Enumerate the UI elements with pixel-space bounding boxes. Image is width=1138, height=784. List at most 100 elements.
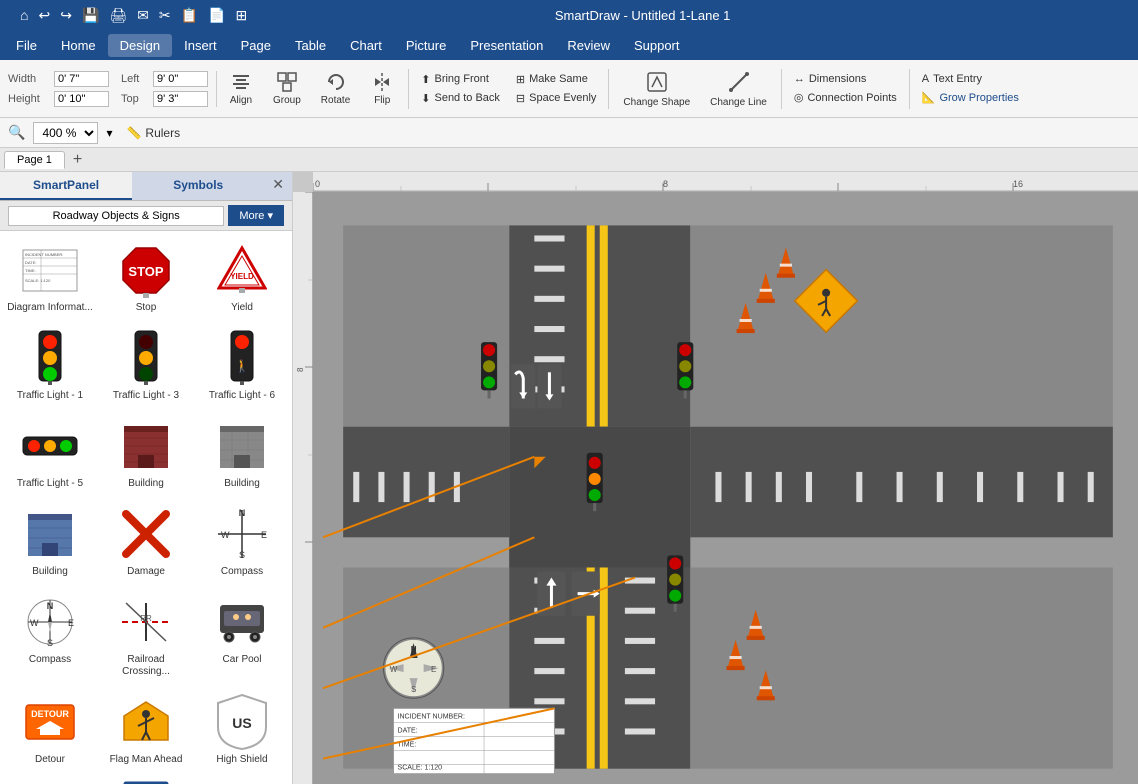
page-tab-1[interactable]: Page 1 [4,151,65,169]
symbol-parking[interactable]: P Parking [100,775,192,784]
category-label[interactable]: Roadway Objects & Signs [8,206,224,226]
send-back-icon: ⬇ [421,92,430,105]
zoom-select[interactable]: 400 % [33,122,98,144]
flip-button[interactable]: Flip [362,65,402,113]
print-icon[interactable]: 🖨 [107,5,129,26]
width-input[interactable] [54,71,109,87]
zoom-dropdown-icon[interactable]: ▾ [106,126,112,140]
symbol-building3[interactable]: Building [4,499,96,583]
symbol-compass2[interactable]: N S W E Compass [4,587,96,683]
symbol-traffic-light-5-label: Traffic Light - 5 [17,478,83,490]
symbol-building-red[interactable]: Building [100,411,192,495]
menu-table[interactable]: Table [283,34,338,57]
email-icon[interactable]: ✉ [135,5,151,26]
symbol-flag-man-img [116,692,176,752]
symbol-yield[interactable]: YIELD Yield [196,235,288,319]
symbol-compass1-label: Compass [221,566,263,578]
symbol-traffic-light-6[interactable]: 🚶 Traffic Light - 6 [196,323,288,407]
symbol-compass2-img: N S W E [20,592,80,652]
bring-front-button[interactable]: ⬆ Bring Front [415,71,506,88]
symbol-yield-label: Yield [231,302,253,314]
change-line-button[interactable]: Change Line [702,65,775,113]
symbol-railroad-crossing-img: RR [116,592,176,652]
cut-icon[interactable]: ✂ [157,5,173,26]
svg-text:W: W [390,665,398,674]
symbol-traffic-light-1[interactable]: Traffic Light - 1 [4,323,96,407]
height-input[interactable] [54,91,109,107]
symbol-railroad-crossing-label: Railroad Crossing... [103,654,189,678]
save-icon[interactable]: 💾 [80,5,101,26]
grow-properties-button[interactable]: 📐 Grow Properties [916,89,1025,106]
menu-page[interactable]: Page [229,34,283,57]
svg-text:RR: RR [140,614,152,623]
group-label: Group [273,95,301,107]
text-entry-icon: A [922,73,929,85]
smartpanel-tab[interactable]: SmartPanel [0,172,132,200]
change-shape-label: Change Shape [623,97,690,109]
grow-props-icon: 📐 [922,91,936,104]
symbol-compass1[interactable]: N S W E Compass [196,499,288,583]
expand-icon[interactable]: ⊞ [234,5,250,26]
symbol-damage[interactable]: Damage [100,499,192,583]
redo-icon[interactable]: ↪ [58,5,74,26]
dimensions-label: Dimensions [809,73,866,85]
align-button[interactable]: Align [221,65,261,113]
change-shape-button[interactable]: Change Shape [615,65,698,113]
symbol-high-shield[interactable]: US High Shield [196,687,288,771]
menu-chart[interactable]: Chart [338,34,394,57]
space-evenly-button[interactable]: ⊟ Space Evenly [510,90,602,107]
svg-text:US: US [232,715,251,731]
svg-text:DATE:: DATE: [25,260,36,265]
menu-file[interactable]: File [4,34,49,57]
symbol-detour-label: Detour [35,754,65,766]
panel-close-button[interactable]: ✕ [264,172,292,200]
symbols-tab[interactable]: Symbols [132,172,264,200]
symbol-building3-label: Building [32,566,68,578]
symbol-traffic-light-3[interactable]: Traffic Light - 3 [100,323,192,407]
symbol-flag-man[interactable]: Flag Man Ahead [100,687,192,771]
symbol-compass2-label: Compass [29,654,71,666]
symbol-men-working[interactable]: Men Working [4,775,96,784]
sep2 [608,69,609,109]
symbol-men-working-img [20,780,80,784]
menu-design[interactable]: Design [108,34,172,57]
canvas[interactable]: N S E W INCIDENT NUMBER: DATE: TIME: [313,192,1138,784]
space-evenly-icon: ⊟ [516,92,525,105]
space-evenly-label: Space Evenly [529,92,596,104]
menu-picture[interactable]: Picture [394,34,458,57]
connection-points-button[interactable]: ◎ Connection Points [788,89,903,106]
svg-text:SCALE: 1:120: SCALE: 1:120 [25,278,51,283]
menu-review[interactable]: Review [555,34,622,57]
symbol-yield-img: YIELD [212,240,272,300]
canvas-area[interactable]: 0 8 16 [293,172,1138,784]
svg-text:DETOUR: DETOUR [31,709,69,719]
symbol-detour[interactable]: DETOUR Detour [4,687,96,771]
symbol-car-pool[interactable]: Car Pool [196,587,288,683]
menu-support[interactable]: Support [622,34,692,57]
home-icon[interactable]: ⌂ [18,5,30,25]
top-input[interactable] [153,91,208,107]
symbol-diagram-info[interactable]: INCIDENT NUMBER: DATE: TIME: SCALE: 1:12… [4,235,96,319]
rulers-button[interactable]: 📏 Rulers [120,124,186,142]
undo-icon[interactable]: ↩ [36,5,52,26]
symbol-stop[interactable]: STOP Stop [100,235,192,319]
send-back-button[interactable]: ⬇ Send to Back [415,90,506,107]
text-entry-button[interactable]: A Text Entry [916,71,1025,87]
symbol-building-gray[interactable]: Building [196,411,288,495]
more-button[interactable]: More ▾ [228,205,284,226]
add-page-button[interactable]: + [69,151,86,169]
symbol-traffic-light-5[interactable]: Traffic Light - 5 [4,411,96,495]
copy-icon[interactable]: 📋 [179,5,200,26]
quick-access-toolbar[interactable]: ⌂ ↩ ↪ 💾 🖨 ✉ ✂ 📋 📄 ⊞ [10,1,257,30]
paste-icon[interactable]: 📄 [206,5,227,26]
menu-insert[interactable]: Insert [172,34,229,57]
menu-presentation[interactable]: Presentation [458,34,555,57]
symbol-railroad-crossing[interactable]: RR Railroad Crossing... [100,587,192,683]
make-same-button[interactable]: ⊞ Make Same [510,71,602,88]
left-input[interactable] [153,71,208,87]
menu-home[interactable]: Home [49,34,108,57]
group-button[interactable]: Group [265,65,309,113]
dimensions-button[interactable]: ↔ Dimensions [788,71,903,87]
rotate-button[interactable]: Rotate [313,65,358,113]
change-line-label: Change Line [710,97,767,109]
